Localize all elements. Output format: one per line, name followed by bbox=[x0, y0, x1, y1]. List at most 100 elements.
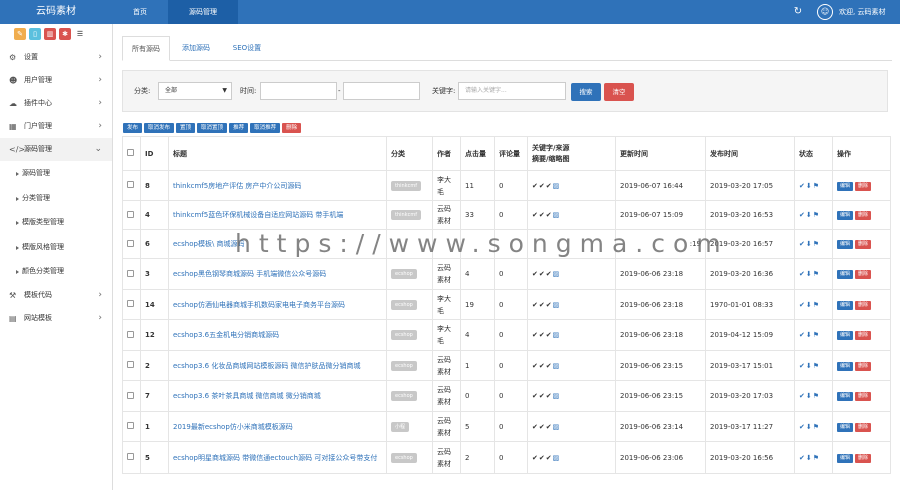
tool-trash-icon[interactable]: ▥ bbox=[44, 28, 56, 40]
row-category: thinkcmf bbox=[386, 200, 433, 230]
tab-add-source[interactable]: 添加源码 bbox=[174, 36, 218, 61]
sidebar-item-cloud[interactable]: ☁ 插件中心 › bbox=[0, 92, 112, 115]
unpublish-button[interactable]: 取消发布 bbox=[144, 123, 175, 133]
sidebar-subitem[interactable]: 源码管理 bbox=[0, 161, 112, 186]
table-row[interactable]: 2 ecshop3.6 化妆品商城网站模板源码 微信护肤品微分销商城 ecshop 云… bbox=[122, 350, 891, 381]
delete-row-button[interactable]: 删除 bbox=[855, 392, 872, 401]
row-title-link[interactable]: ecshop3.6五金机电分销商城源码 bbox=[173, 331, 279, 339]
row-id: 14 bbox=[140, 289, 169, 320]
delete-button[interactable]: 删除 bbox=[282, 123, 302, 133]
row-title-link[interactable]: ecshop仿酒仙电器商城手机数码家电电子商务平台源码 bbox=[173, 301, 345, 309]
row-checkbox[interactable] bbox=[127, 181, 134, 188]
table-row[interactable]: 7 ecshop3.6 茶叶茶具商城 微信商城 微分销商城 ecshop 云码素材 0 0… bbox=[122, 380, 891, 412]
table-row[interactable]: 5 ecshop明星商城源码 带微信通ectouch源码 可对接公众号带支付 ecs… bbox=[122, 441, 891, 474]
edit-button[interactable]: 编辑 bbox=[837, 240, 854, 249]
edit-button[interactable]: 编辑 bbox=[837, 392, 854, 401]
row-checkbox[interactable] bbox=[127, 210, 134, 218]
edit-button[interactable]: 编辑 bbox=[837, 453, 854, 463]
sidebar-subitem[interactable]: 分类管理 bbox=[0, 186, 112, 211]
row-title-link[interactable]: thinkcmf5房地产评估 房产中介公司源码 bbox=[173, 182, 301, 190]
table-row[interactable]: 8 thinkcmf5房地产评估 房产中介公司源码 thinkcmf 李大毛 11 0 ✔✔… bbox=[122, 170, 891, 201]
sidebar-subitem[interactable]: 模版类型管理 bbox=[0, 210, 112, 235]
table-row[interactable]: 4 thinkcmf5蓝色环保机械设备自适应网站源码 带手机端 thinkcmf 云码… bbox=[122, 200, 891, 230]
unrecommend-button[interactable]: 取消推荐 bbox=[250, 123, 281, 133]
category-badge: ecshop bbox=[391, 391, 417, 401]
row-title-link[interactable]: ecshop模板\ 商城源码 bbox=[173, 240, 245, 248]
sidebar-item-template[interactable]: ▤ 网站模板 › bbox=[0, 307, 112, 330]
unpin-button[interactable]: 取消置顶 bbox=[197, 123, 228, 133]
row-checkbox[interactable] bbox=[127, 422, 134, 429]
brand-logo[interactable]: 云码素材 bbox=[0, 0, 112, 24]
sidebar-subitem[interactable]: 模版风格管理 bbox=[0, 235, 112, 260]
delete-row-button[interactable]: 删除 bbox=[855, 453, 872, 463]
tool-list-icon[interactable]: ☰ bbox=[74, 28, 86, 40]
delete-row-button[interactable]: 删除 bbox=[855, 240, 872, 249]
delete-row-button[interactable]: 删除 bbox=[855, 211, 872, 220]
top-nav-home[interactable]: 首页 bbox=[112, 0, 168, 24]
sidebar-item-code[interactable]: </> 源码管理 ⌄ bbox=[0, 138, 112, 161]
sidebar-item-users[interactable]: ☻ 用户管理 › bbox=[0, 69, 112, 92]
publish-button[interactable]: 发布 bbox=[123, 123, 143, 133]
top-nav-source[interactable]: 源码管理 bbox=[168, 0, 238, 24]
sidebar-subitem[interactable]: 颜色分类管理 bbox=[0, 259, 112, 284]
delete-row-button[interactable]: 删除 bbox=[855, 331, 872, 340]
row-title-link[interactable]: ecshop3.6 化妆品商城网站模板源码 微信护肤品微分销商城 bbox=[173, 362, 361, 370]
sidebar-toolbar: ✎ ▯ ▥ ✱ ☰ bbox=[0, 24, 112, 46]
tool-file-icon[interactable]: ▯ bbox=[29, 28, 41, 40]
edit-button[interactable]: 编辑 bbox=[837, 361, 854, 371]
start-time-input[interactable] bbox=[260, 82, 337, 100]
table-row[interactable]: 12 ecshop3.6五金机电分销商城源码 ecshop 李大毛 4 0 ✔✔✔▨ 2019… bbox=[122, 319, 891, 351]
row-checkbox[interactable] bbox=[127, 453, 134, 460]
clear-button[interactable]: 清空 bbox=[604, 83, 634, 101]
category-select[interactable]: 全部 ▼ bbox=[158, 82, 232, 100]
tab-all-sources[interactable]: 所有源码 bbox=[122, 36, 170, 61]
tab-seo[interactable]: SEO设置 bbox=[226, 36, 268, 61]
image-icon: ▨ bbox=[552, 331, 561, 339]
row-checkbox[interactable] bbox=[127, 391, 134, 399]
delete-row-button[interactable]: 删除 bbox=[855, 181, 872, 191]
edit-button[interactable]: 编辑 bbox=[837, 181, 854, 191]
delete-row-button[interactable]: 删除 bbox=[855, 270, 872, 279]
edit-button[interactable]: 编辑 bbox=[837, 300, 854, 310]
row-checkbox[interactable] bbox=[127, 361, 134, 368]
row-title-link[interactable]: ecshop明星商城源码 带微信通ectouch源码 可对接公众号带支付 bbox=[173, 454, 377, 462]
edit-button[interactable]: 编辑 bbox=[837, 422, 854, 432]
end-time-input[interactable] bbox=[343, 82, 420, 100]
sidebar-item-grid[interactable]: ▦ 门户管理 › bbox=[0, 115, 112, 138]
edit-button[interactable]: 编辑 bbox=[837, 331, 854, 340]
table-row[interactable]: 3 ecshop黑色钢琴商城源码 手机端微信公众号源码 ecshop 云码素材 4 0 ✔✔… bbox=[122, 258, 891, 290]
arrow-down-icon: ⬇ bbox=[805, 392, 813, 400]
row-title-link[interactable]: ecshop3.6 茶叶茶具商城 微信商城 微分销商城 bbox=[173, 392, 321, 400]
row-title-link[interactable]: ecshop黑色钢琴商城源码 手机端微信公众号源码 bbox=[173, 270, 326, 278]
recommend-button[interactable]: 推荐 bbox=[229, 123, 249, 133]
sidebar-item-gear[interactable]: ⚙ 设置 › bbox=[0, 46, 112, 69]
select-all-checkbox[interactable] bbox=[127, 149, 134, 156]
pin-button[interactable]: 置顶 bbox=[176, 123, 196, 133]
row-checkbox[interactable] bbox=[127, 330, 134, 338]
table-row[interactable]: 1 2019最新ecshop仿小米商城模板源码 小程 云码素材 5 0 ✔✔✔▨ 2019-0… bbox=[122, 411, 891, 442]
row-updated: 2019-06-07 16:44 bbox=[615, 170, 706, 201]
edit-button[interactable]: 编辑 bbox=[837, 270, 854, 279]
col-id[interactable]: ID bbox=[140, 136, 169, 171]
refresh-icon[interactable]: ↻ bbox=[793, 7, 803, 17]
col-author: 作者 bbox=[432, 136, 461, 171]
delete-row-button[interactable]: 删除 bbox=[855, 300, 872, 310]
table-row[interactable]: 14 ecshop仿酒仙电器商城手机数码家电电子商务平台源码 ecshop 李大毛 19… bbox=[122, 289, 891, 320]
delete-row-button[interactable]: 删除 bbox=[855, 422, 872, 432]
user-avatar-icon[interactable]: ☺ bbox=[817, 4, 833, 20]
edit-button[interactable]: 编辑 bbox=[837, 211, 854, 220]
sidebar-item-hammer[interactable]: ⚒ 模板代码 › bbox=[0, 284, 112, 307]
row-checkbox[interactable] bbox=[127, 300, 134, 307]
row-checkbox[interactable] bbox=[127, 269, 134, 277]
delete-row-button[interactable]: 删除 bbox=[855, 361, 872, 371]
row-flags: ✔✔✔▨ bbox=[527, 289, 616, 320]
tool-edit-icon[interactable]: ✎ bbox=[14, 28, 26, 40]
row-title-link[interactable]: 2019最新ecshop仿小米商城模板源码 bbox=[173, 423, 293, 431]
keyword-input[interactable]: 请输入关键字... bbox=[458, 82, 566, 100]
search-button[interactable]: 搜索 bbox=[571, 83, 601, 101]
row-checkbox[interactable] bbox=[127, 239, 134, 247]
tool-gear-icon[interactable]: ✱ bbox=[59, 28, 71, 40]
check-icon: ✔ bbox=[532, 361, 539, 370]
welcome-text[interactable]: 欢迎, 云码素材 bbox=[839, 0, 885, 24]
row-title-link[interactable]: thinkcmf5蓝色环保机械设备自适应网站源码 带手机端 bbox=[173, 211, 343, 219]
